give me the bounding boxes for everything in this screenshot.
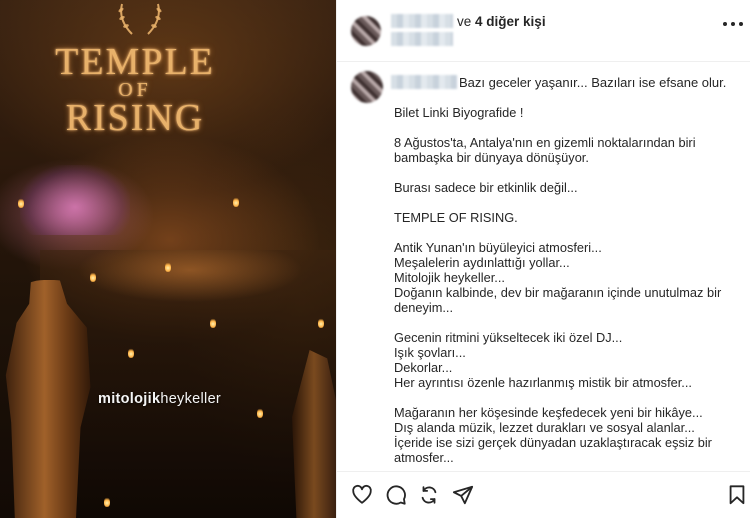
collaborators-others[interactable]: 4 diğer kişi bbox=[475, 14, 546, 29]
overlay-rest: heykeller bbox=[160, 391, 222, 407]
repost-icon[interactable] bbox=[418, 484, 440, 506]
caption-line: Doğanın kalbinde, dev bir mağaranın için… bbox=[394, 285, 725, 315]
torch-flame bbox=[128, 348, 134, 358]
author-avatar[interactable] bbox=[351, 16, 381, 46]
caption-line: İçeride ise sizi gerçek dünyadan uzaklaş… bbox=[394, 435, 716, 465]
caption-line: 8 Ağustos'ta, Antalya'nın en gizemli nok… bbox=[394, 135, 700, 165]
torch-flame bbox=[104, 497, 110, 507]
caption-line: Mağaranın her köşesinde keşfedecek yeni … bbox=[394, 405, 703, 420]
bookmark-icon[interactable] bbox=[726, 484, 748, 506]
caption-line: Işık şovları... bbox=[394, 345, 466, 360]
caption: Bazı geceler yaşanır... Bazıları ise efs… bbox=[337, 63, 750, 470]
caption-first-line: Bazı geceler yaşanır... Bazıları ise efs… bbox=[459, 75, 727, 90]
torch-flame bbox=[18, 198, 24, 208]
author-subline bbox=[391, 32, 453, 46]
laurel-wreath-icon bbox=[118, 3, 162, 35]
caption-line: Dekorlar... bbox=[394, 360, 453, 375]
caption-line: TEMPLE OF RISING. bbox=[394, 210, 518, 225]
action-bar bbox=[337, 471, 750, 518]
heart-icon[interactable] bbox=[351, 484, 373, 506]
torch-flame bbox=[165, 262, 171, 272]
media-overlay-caption: mitolojikheykeller bbox=[98, 391, 221, 407]
stage-light bbox=[20, 165, 130, 235]
torch-flame bbox=[210, 318, 216, 328]
caption-body: Bilet Linki Biyografide ! 8 Ağustos'ta, A… bbox=[394, 105, 744, 465]
collaborators-suffix: ve bbox=[457, 14, 472, 29]
torch-flame bbox=[318, 318, 324, 328]
post-media[interactable]: TEMPLE OF RISING mitolojikheykeller bbox=[0, 0, 336, 518]
torch-flame bbox=[257, 408, 263, 418]
caption-line: Mitolojik heykeller... bbox=[394, 270, 505, 285]
caption-line: Bilet Linki Biyografide ! bbox=[394, 105, 524, 120]
caption-line: Dış alanda müzik, lezzet durakları ve so… bbox=[394, 420, 695, 435]
more-options-icon[interactable] bbox=[723, 22, 743, 28]
caption-author-avatar[interactable] bbox=[351, 71, 383, 103]
author-username[interactable] bbox=[391, 14, 453, 28]
caption-line: Gecenin ritmini yükseltecek iki özel DJ.… bbox=[394, 330, 623, 345]
post-side-panel: ve 4 diğer kişi Bazı geceler yaşanır... … bbox=[336, 0, 750, 518]
caption-line: Her ayrıntısı özenle hazırlanmış mistik … bbox=[394, 375, 692, 390]
caption-line: Meşalelerin aydınlattığı yollar... bbox=[394, 255, 570, 270]
torch-flame bbox=[233, 197, 239, 207]
poster-title-temple: TEMPLE bbox=[55, 41, 215, 83]
caption-line: Antik Yunan'ın büyüleyici atmosferi... bbox=[394, 240, 602, 255]
caption-author-username[interactable] bbox=[391, 75, 457, 89]
caption-line: Burası sadece bir etkinlik değil... bbox=[394, 180, 578, 195]
post-header: ve 4 diğer kişi bbox=[337, 0, 750, 62]
comment-icon[interactable] bbox=[385, 484, 407, 506]
poster-title-rising: RISING bbox=[65, 97, 205, 139]
torch-flame bbox=[90, 272, 96, 282]
overlay-bold: mitolojik bbox=[98, 391, 161, 407]
share-icon[interactable] bbox=[452, 484, 474, 506]
collaborators[interactable]: ve 4 diğer kişi bbox=[457, 14, 546, 29]
